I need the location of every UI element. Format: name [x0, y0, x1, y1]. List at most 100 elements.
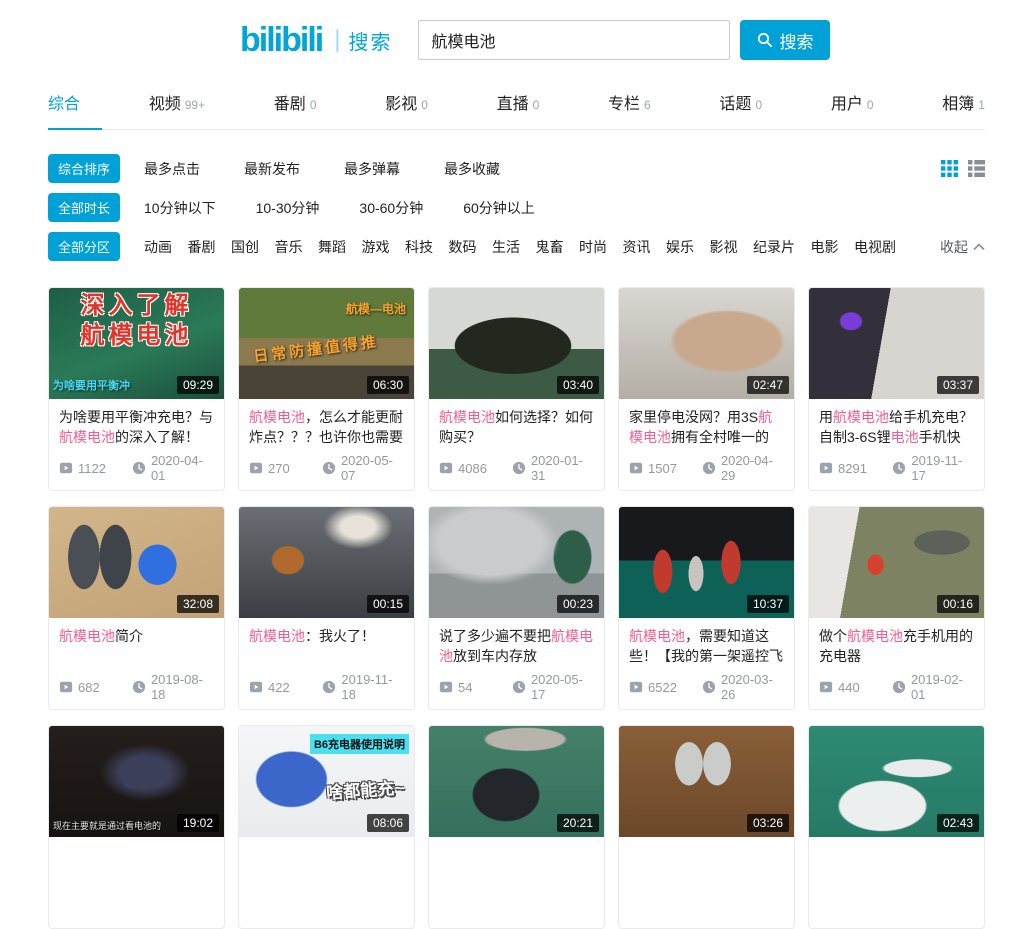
video-thumbnail[interactable]: 03:40: [429, 288, 604, 399]
filter-option[interactable]: 科技: [405, 239, 433, 255]
uploader[interactable]: 一只飞手: [439, 708, 594, 710]
video-card[interactable]: 08:06 B6充电器使用说明啥都能充~: [238, 725, 415, 929]
video-card[interactable]: 03:40 航模电池如何选择？如何购买？ 4086: [428, 287, 605, 491]
video-thumbnail[interactable]: 00:15: [239, 507, 414, 618]
filter-option[interactable]: 纪录片: [753, 239, 795, 255]
list-view-icon[interactable]: [968, 160, 985, 177]
video-thumbnail[interactable]: 09:29 深入了解 航模电池为啥要用平衡冲: [49, 288, 224, 399]
filter-option[interactable]: 60分钟以上: [463, 200, 535, 216]
video-card[interactable]: 20:21: [428, 725, 605, 929]
video-thumbnail[interactable]: 02:47: [619, 288, 794, 399]
category-pill[interactable]: 全部分区: [48, 232, 120, 261]
filter-option[interactable]: 时尚: [579, 239, 607, 255]
video-card[interactable]: 00:23 说了多少遍不要把航模电池放到车内存放 54: [428, 506, 605, 710]
duration-badge: 19:02: [177, 814, 219, 832]
video-card[interactable]: 02:43: [808, 725, 985, 929]
video-thumbnail[interactable]: 32:08: [49, 507, 224, 618]
video-card[interactable]: 00:15 航模电池：我火了！ 422: [238, 506, 415, 710]
video-card[interactable]: 10:37 航模电池，需要知道这些！【我的第一架遥控飞机】第 6522: [618, 506, 795, 710]
filter-option[interactable]: 影视: [710, 239, 738, 255]
video-thumbnail[interactable]: 20:21: [429, 726, 604, 837]
video-thumbnail[interactable]: 00:23: [429, 507, 604, 618]
video-title[interactable]: 航模电池：我火了！: [249, 626, 404, 666]
filter-option[interactable]: 音乐: [275, 239, 303, 255]
video-title[interactable]: 航模电池，需要知道这些！【我的第一架遥控飞机】第: [629, 626, 784, 666]
video-title[interactable]: 为啥要用平衡冲充电？与航模电池的深入了解！: [59, 407, 214, 447]
video-thumbnail[interactable]: 19:02 现在主要就是通过看电池的: [49, 726, 224, 837]
view-count: 270: [249, 461, 322, 476]
uploader[interactable]: 科技DOT: [819, 489, 974, 491]
filter-option[interactable]: 娱乐: [666, 239, 694, 255]
uploader[interactable]: 甲壳虫FPV: [249, 489, 404, 491]
result-tab[interactable]: 直播 0: [497, 90, 540, 129]
result-tab[interactable]: 番剧 0: [274, 90, 317, 129]
video-title[interactable]: 做个航模电池充手机用的 充电器: [819, 626, 974, 666]
search-input[interactable]: [418, 20, 730, 60]
uploader[interactable]: 北郊强哥: [629, 708, 784, 710]
filter-option[interactable]: 电影: [811, 239, 839, 255]
video-card[interactable]: 00:16 做个航模电池充手机用的 充电器 440: [808, 506, 985, 710]
result-tab[interactable]: 影视 0: [385, 90, 428, 129]
filter-option[interactable]: 最多点击: [144, 161, 200, 177]
filter-option[interactable]: 游戏: [362, 239, 390, 255]
filter-option[interactable]: 30-60分钟: [359, 200, 423, 216]
result-tab[interactable]: 相簿 1: [942, 90, 985, 129]
video-title[interactable]: 航模电池如何选择？如何购买？: [439, 407, 594, 447]
filter-option[interactable]: 动画: [144, 239, 172, 255]
result-tab[interactable]: 用户 0: [831, 90, 874, 129]
filter-option[interactable]: 最多弹幕: [344, 161, 400, 177]
video-thumbnail[interactable]: 08:06 B6充电器使用说明啥都能充~: [239, 726, 414, 837]
video-title[interactable]: 用航模电池给手机充电？自制3-6S锂电池手机快充器: [819, 407, 974, 447]
uploader[interactable]: 蔡子CaiZi: [629, 489, 784, 491]
video-card[interactable]: 19:02 现在主要就是通过看电池的: [48, 725, 225, 929]
filter-option[interactable]: 电视剧: [854, 239, 896, 255]
uploader[interactable]: ZiiKor_fpv: [59, 489, 214, 491]
play-count-icon: [629, 461, 643, 475]
grid-view-icon[interactable]: [941, 160, 958, 177]
video-thumbnail[interactable]: 06:30 航模—电池日常防撞值得推: [239, 288, 414, 399]
video-title[interactable]: 航模电池简介: [59, 626, 214, 666]
bilibili-logo[interactable]: bilibili: [240, 23, 322, 57]
video-thumbnail[interactable]: 00:16: [809, 507, 984, 618]
video-card[interactable]: 09:29 深入了解 航模电池为啥要用平衡冲 为啥要用平衡冲充电？与航模电池的深…: [48, 287, 225, 491]
result-tab[interactable]: 综合: [48, 90, 80, 129]
filter-option[interactable]: 10分钟以下: [144, 200, 216, 216]
video-card[interactable]: 03:37 用航模电池给手机充电？自制3-6S锂电池手机快充器 8291: [808, 287, 985, 491]
result-tab[interactable]: 话题 0: [719, 90, 762, 129]
video-title[interactable]: 家里停电没网？用3S航模电池拥有全村唯一的WiFi: [629, 407, 784, 447]
filter-option[interactable]: 国创: [231, 239, 259, 255]
play-count-icon: [439, 461, 453, 475]
collapse-control[interactable]: 收起: [940, 237, 985, 257]
filter-option[interactable]: 鬼畜: [536, 239, 564, 255]
uploader[interactable]: 魔界造物: [439, 489, 594, 491]
video-thumbnail[interactable]: 03:37: [809, 288, 984, 399]
filter-option[interactable]: 番剧: [188, 239, 216, 255]
video-title[interactable]: 航模电池，怎么才能更耐炸点？？？也许你也需要这样: [249, 407, 404, 447]
result-tab[interactable]: 专栏 6: [608, 90, 651, 129]
filter-option[interactable]: 最新发布: [244, 161, 300, 177]
video-card[interactable]: 02:47 家里停电没网？用3S航模电池拥有全村唯一的WiFi 1507: [618, 287, 795, 491]
sort-pill[interactable]: 综合排序: [48, 154, 120, 183]
filter-option[interactable]: 最多收藏: [444, 161, 500, 177]
upload-date-value: 2019-11-17: [911, 453, 974, 483]
result-tab[interactable]: 视频 99+: [149, 90, 205, 129]
video-card[interactable]: 03:26: [618, 725, 795, 929]
video-thumbnail[interactable]: 02:43: [809, 726, 984, 837]
search-button[interactable]: 搜索: [740, 20, 830, 60]
video-title[interactable]: 说了多少遍不要把航模电池放到车内存放: [439, 626, 594, 666]
filter-option[interactable]: 数码: [449, 239, 477, 255]
filter-option[interactable]: 10-30分钟: [256, 200, 320, 216]
duration-badge: 09:29: [177, 376, 219, 394]
uploader[interactable]: wolf_007: [819, 708, 974, 710]
filter-option[interactable]: 舞蹈: [318, 239, 346, 255]
video-thumbnail[interactable]: 03:26: [619, 726, 794, 837]
video-card[interactable]: 32:08 航模电池简介 682: [48, 506, 225, 710]
uploader[interactable]: 天狼FPV-柚子BakerFPV: [249, 708, 404, 710]
duration-pill[interactable]: 全部时长: [48, 193, 120, 222]
video-card[interactable]: 06:30 航模—电池日常防撞值得推 航模电池，怎么才能更耐炸点？？？也许你也需…: [238, 287, 415, 491]
filter-option[interactable]: 生活: [492, 239, 520, 255]
video-grid: 09:29 深入了解 航模电池为啥要用平衡冲 为啥要用平衡冲充电？与航模电池的深…: [48, 287, 985, 929]
video-thumbnail[interactable]: 10:37: [619, 507, 794, 618]
uploader[interactable]: 我是洪磷: [59, 708, 214, 710]
filter-option[interactable]: 资讯: [623, 239, 651, 255]
